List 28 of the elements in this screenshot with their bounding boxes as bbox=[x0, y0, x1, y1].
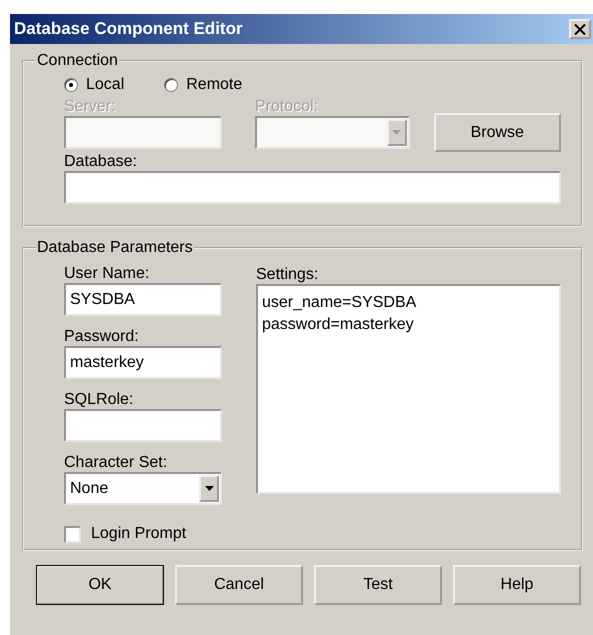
database-field[interactable] bbox=[64, 171, 561, 204]
field-label: User Name: bbox=[64, 265, 150, 283]
dropdown-arrow-icon bbox=[392, 130, 402, 135]
group-title: Database Parameters bbox=[37, 239, 193, 256]
sql-role-field[interactable] bbox=[64, 409, 222, 442]
field-label: Database: bbox=[64, 153, 138, 171]
dialog-button[interactable]: Test bbox=[314, 565, 442, 605]
field-label: Settings: bbox=[256, 266, 320, 284]
password-field[interactable]: masterkey bbox=[64, 346, 222, 379]
radio-option[interactable]: Local bbox=[64, 76, 124, 94]
dialog-button[interactable]: OK bbox=[36, 565, 164, 605]
protocol-dropdown[interactable] bbox=[255, 116, 410, 149]
radio-option[interactable]: Remote bbox=[164, 76, 242, 94]
dialog-button[interactable]: Help bbox=[453, 565, 581, 605]
field-label: Character Set: bbox=[64, 454, 168, 472]
dialog-button[interactable]: Cancel bbox=[175, 565, 303, 605]
login-prompt-checkbox[interactable]: Login Prompt bbox=[64, 525, 222, 543]
dropdown-arrow-icon bbox=[204, 486, 214, 491]
settings-text-area[interactable]: user_name=SYSDBA password=masterkey bbox=[256, 284, 561, 494]
group-title: Connection bbox=[37, 52, 118, 69]
field-label: SQLRole: bbox=[64, 391, 134, 409]
close-icon bbox=[574, 24, 586, 34]
field-label: Password: bbox=[64, 328, 140, 346]
character-set-dropdown[interactable]: None bbox=[64, 472, 222, 505]
window-title: Database Component Editor bbox=[14, 19, 243, 39]
close-button[interactable] bbox=[569, 19, 591, 39]
browse-button[interactable]: Browse bbox=[434, 113, 561, 152]
user-name-field[interactable]: SYSDBA bbox=[64, 283, 222, 316]
